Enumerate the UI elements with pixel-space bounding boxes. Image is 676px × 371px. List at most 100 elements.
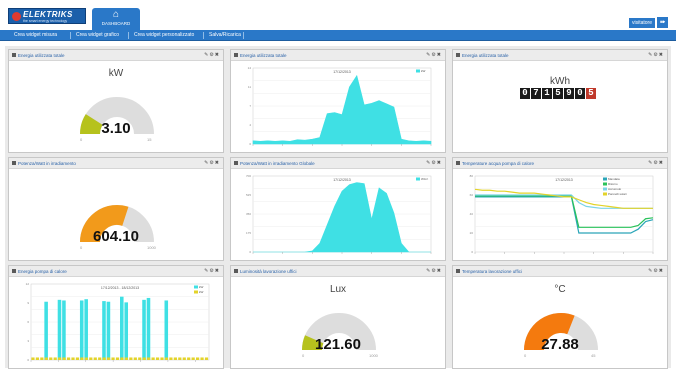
widget-header[interactable]: Potenza/Watt in irradiamento Globale ✎⚙✖ bbox=[231, 158, 445, 169]
legend-label: Mandata bbox=[608, 177, 620, 181]
gauge-max: 15 bbox=[147, 137, 152, 142]
bar bbox=[169, 357, 173, 360]
toolbar-divider bbox=[128, 32, 129, 39]
create-measure-widget-button[interactable]: Crea widget misura bbox=[14, 30, 57, 41]
y-tick-label: 20 bbox=[470, 231, 474, 235]
brand-logo[interactable]: ELEKTRIKS the smart energy technology bbox=[8, 8, 86, 24]
bar bbox=[49, 357, 53, 360]
gauge-min: 0 bbox=[80, 137, 83, 142]
widget-header[interactable]: Temperature acqua pompa di calore ✎⚙✖ bbox=[453, 158, 667, 169]
gauge-value: 121.60 bbox=[315, 336, 361, 353]
chart-title: 17/12/2013 bbox=[555, 178, 573, 182]
widget-handle-icon[interactable] bbox=[234, 53, 238, 57]
home-tab-label: DASHBOARD bbox=[101, 21, 131, 26]
bar bbox=[80, 357, 84, 360]
logout-icon[interactable]: ➠ bbox=[657, 17, 668, 28]
bar bbox=[44, 301, 48, 360]
logo-mark-icon bbox=[12, 12, 21, 21]
legend-label: kW bbox=[199, 285, 204, 289]
y-tick-label: 350 bbox=[246, 212, 251, 216]
chart-svg: 17/12/2013 - 18/12/2013 0 3 6 9 12 kWkW bbox=[26, 282, 210, 362]
widget-title: Temperature acqua pompa di calore bbox=[462, 161, 535, 166]
y-tick-label: 40 bbox=[470, 212, 474, 216]
close-icon[interactable]: ✖ bbox=[659, 160, 664, 166]
bar bbox=[151, 357, 155, 360]
counter-digit: 7 bbox=[531, 88, 541, 99]
bar bbox=[133, 357, 137, 360]
bar bbox=[204, 357, 209, 360]
chart-title: 17/12/2013 bbox=[333, 70, 351, 74]
home-icon: ⌂ bbox=[112, 9, 120, 20]
bar bbox=[120, 357, 124, 360]
y-tick-label: 0 bbox=[249, 250, 251, 254]
bar bbox=[142, 299, 146, 360]
widget-panel: Temperatura lavorazione uffici ✎⚙✖ °C 27.88… bbox=[452, 265, 668, 369]
widget-controls: ✎⚙✖ bbox=[204, 266, 220, 277]
legend-label: Accumulo bbox=[608, 187, 622, 191]
chart-legend: W/m² bbox=[416, 177, 428, 181]
bar bbox=[58, 357, 62, 360]
bar bbox=[57, 299, 62, 360]
widget-panel: Potenza/Watt in irradiamento Globale ✎⚙✖ 1… bbox=[230, 157, 446, 261]
widget-header[interactable]: Energia pompa di calore ✎⚙✖ bbox=[9, 266, 223, 277]
legend-label: Ritorno bbox=[608, 182, 618, 186]
widget-header[interactable]: Energia utilizzata totale ✎⚙✖ bbox=[453, 50, 667, 61]
counter-digit: 1 bbox=[542, 88, 552, 99]
widget-handle-icon[interactable] bbox=[456, 53, 460, 57]
close-icon[interactable]: ✖ bbox=[437, 160, 442, 166]
widget-handle-icon[interactable] bbox=[234, 161, 238, 165]
y-tick-label: 700 bbox=[246, 174, 251, 178]
bar bbox=[182, 357, 186, 360]
widget-handle-icon[interactable] bbox=[456, 161, 460, 165]
save-reload-button[interactable]: Salva/Ricarica bbox=[209, 30, 241, 41]
toolbar-divider bbox=[70, 32, 71, 39]
gauge-value: 27.88 bbox=[541, 336, 579, 353]
bar bbox=[155, 357, 160, 360]
bar bbox=[200, 357, 204, 360]
chart-svg: 17/12/2013 0 20 40 60 80 MandataRitornoAccumul… bbox=[470, 174, 654, 254]
home-tab[interactable]: ⌂ DASHBOARD bbox=[92, 8, 140, 30]
gauge-max: 45 bbox=[591, 353, 596, 358]
create-custom-widget-button[interactable]: Crea widget personalizzato bbox=[134, 30, 194, 41]
bar bbox=[187, 357, 191, 360]
user-button[interactable]: visitatore bbox=[628, 18, 655, 28]
widget-title: Energia utilizzata totale bbox=[240, 53, 287, 58]
bar bbox=[84, 357, 88, 360]
bar bbox=[102, 301, 106, 360]
close-icon[interactable]: ✖ bbox=[437, 52, 442, 58]
legend-swatch bbox=[603, 187, 607, 191]
y-tick-label: 80 bbox=[470, 174, 474, 178]
y-tick-label: 175 bbox=[246, 231, 251, 235]
y-tick-label: 0 bbox=[249, 142, 251, 146]
widget-panel: Luminosità lavorazione uffici ✎⚙✖ Lux 121.6… bbox=[230, 265, 446, 369]
y-tick-label: 9 bbox=[27, 301, 29, 305]
widget-title: Energia utilizzata totale bbox=[462, 53, 509, 58]
bar bbox=[124, 302, 129, 360]
legend-swatch bbox=[416, 69, 420, 73]
gauge-min: 0 bbox=[302, 353, 305, 358]
y-tick-label: 6 bbox=[27, 320, 29, 324]
bar bbox=[164, 300, 169, 360]
bar bbox=[146, 297, 151, 360]
widget-handle-icon[interactable] bbox=[12, 269, 16, 273]
close-icon[interactable]: ✖ bbox=[659, 52, 664, 58]
widget-toolbar: Crea widget misura Crea widget grafico C… bbox=[0, 30, 676, 41]
gauge-min: 0 bbox=[80, 245, 83, 250]
legend-swatch bbox=[603, 177, 607, 181]
bar bbox=[40, 357, 44, 360]
widget-panel: Potenza/Watt in irradiamento ✎⚙✖ 604.10 0 10… bbox=[8, 157, 224, 261]
bar bbox=[129, 357, 133, 360]
legend-label: Pannelli solari bbox=[608, 192, 627, 196]
create-chart-widget-button[interactable]: Crea widget grafico bbox=[76, 30, 119, 41]
widget-panel: Temperature acqua pompa di calore ✎⚙✖ 17/1… bbox=[452, 157, 668, 261]
logo-tagline: the smart energy technology bbox=[23, 19, 68, 23]
bar bbox=[71, 357, 75, 360]
widget-panel: Energia utilizzata totale ✎⚙✖ kW 3.10 0 15 bbox=[8, 49, 224, 153]
widget-header[interactable]: Energia utilizzata totale ✎⚙✖ bbox=[231, 50, 445, 61]
y-tick-label: 60 bbox=[470, 193, 474, 197]
chart-title: 17/12/2013 - 18/12/2013 bbox=[101, 286, 139, 290]
bar bbox=[178, 357, 182, 360]
top-bar: ELEKTRIKS the smart energy technology ⌂ … bbox=[0, 0, 676, 30]
close-icon[interactable]: ✖ bbox=[215, 268, 220, 274]
widget-controls: ✎⚙✖ bbox=[648, 50, 664, 61]
